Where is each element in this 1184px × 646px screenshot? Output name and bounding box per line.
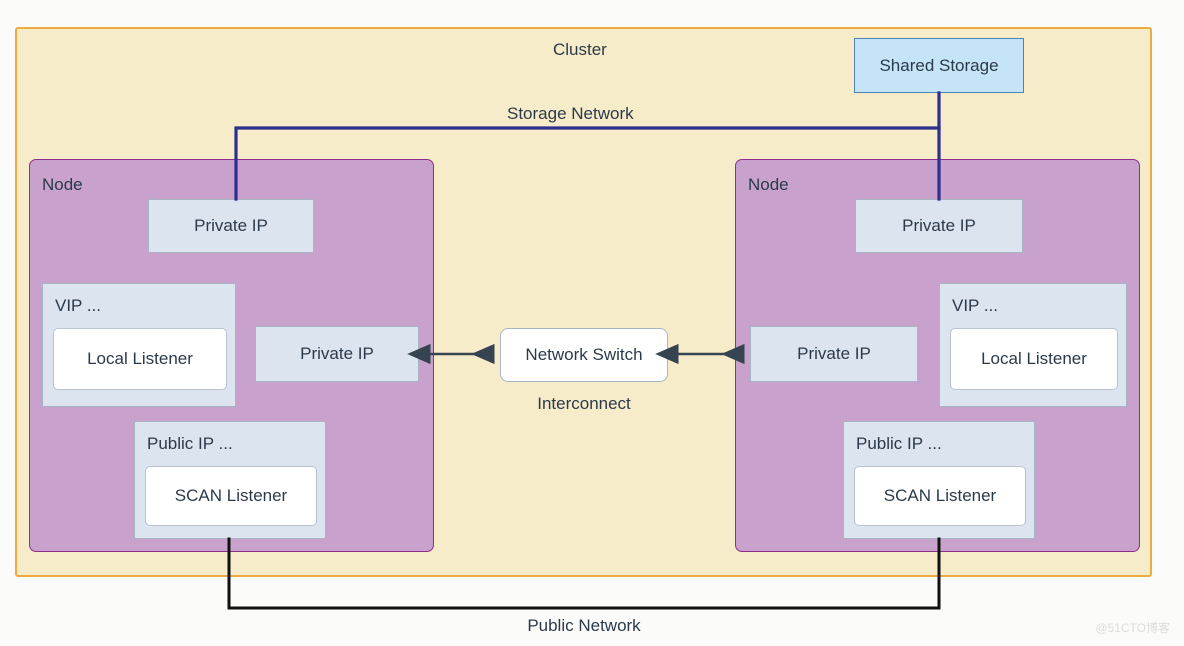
node-right-vip-group[interactable]: VIP ... Local Listener [939, 283, 1127, 407]
node-right-public-ip-group[interactable]: Public IP ... SCAN Listener [843, 421, 1035, 539]
network-switch-box[interactable]: Network Switch [500, 328, 668, 382]
node-left-private-ip-storage[interactable]: Private IP [148, 199, 314, 253]
node-right-vip-label: VIP ... [952, 296, 998, 315]
storage-network-label: Storage Network [507, 104, 634, 123]
node-right-label: Node [748, 175, 789, 194]
node-right-local-listener[interactable]: Local Listener [950, 328, 1118, 390]
node-left-vip-label: VIP ... [55, 296, 101, 315]
node-left-private-ip-interconnect[interactable]: Private IP [255, 326, 419, 382]
cluster-label: Cluster [553, 40, 607, 59]
shared-storage-box[interactable]: Shared Storage [854, 38, 1024, 93]
node-left-scan-listener[interactable]: SCAN Listener [145, 466, 317, 526]
node-left-local-listener[interactable]: Local Listener [53, 328, 227, 390]
public-network-label: Public Network [527, 616, 641, 635]
diagram-canvas: Cluster Storage Network Shared Storage N… [0, 0, 1184, 646]
node-right-private-ip-interconnect[interactable]: Private IP [750, 326, 918, 382]
watermark: @51CTO博客 [1095, 621, 1170, 635]
interconnect-label: Interconnect [537, 394, 631, 413]
node-right-public-ip-label: Public IP ... [856, 434, 942, 453]
node-left-label: Node [42, 175, 83, 194]
node-left-vip-group[interactable]: VIP ... Local Listener [42, 283, 236, 407]
node-right-scan-listener[interactable]: SCAN Listener [854, 466, 1026, 526]
node-left-public-ip-group[interactable]: Public IP ... SCAN Listener [134, 421, 326, 539]
node-left-public-ip-label: Public IP ... [147, 434, 233, 453]
node-right-private-ip-storage[interactable]: Private IP [855, 199, 1023, 253]
